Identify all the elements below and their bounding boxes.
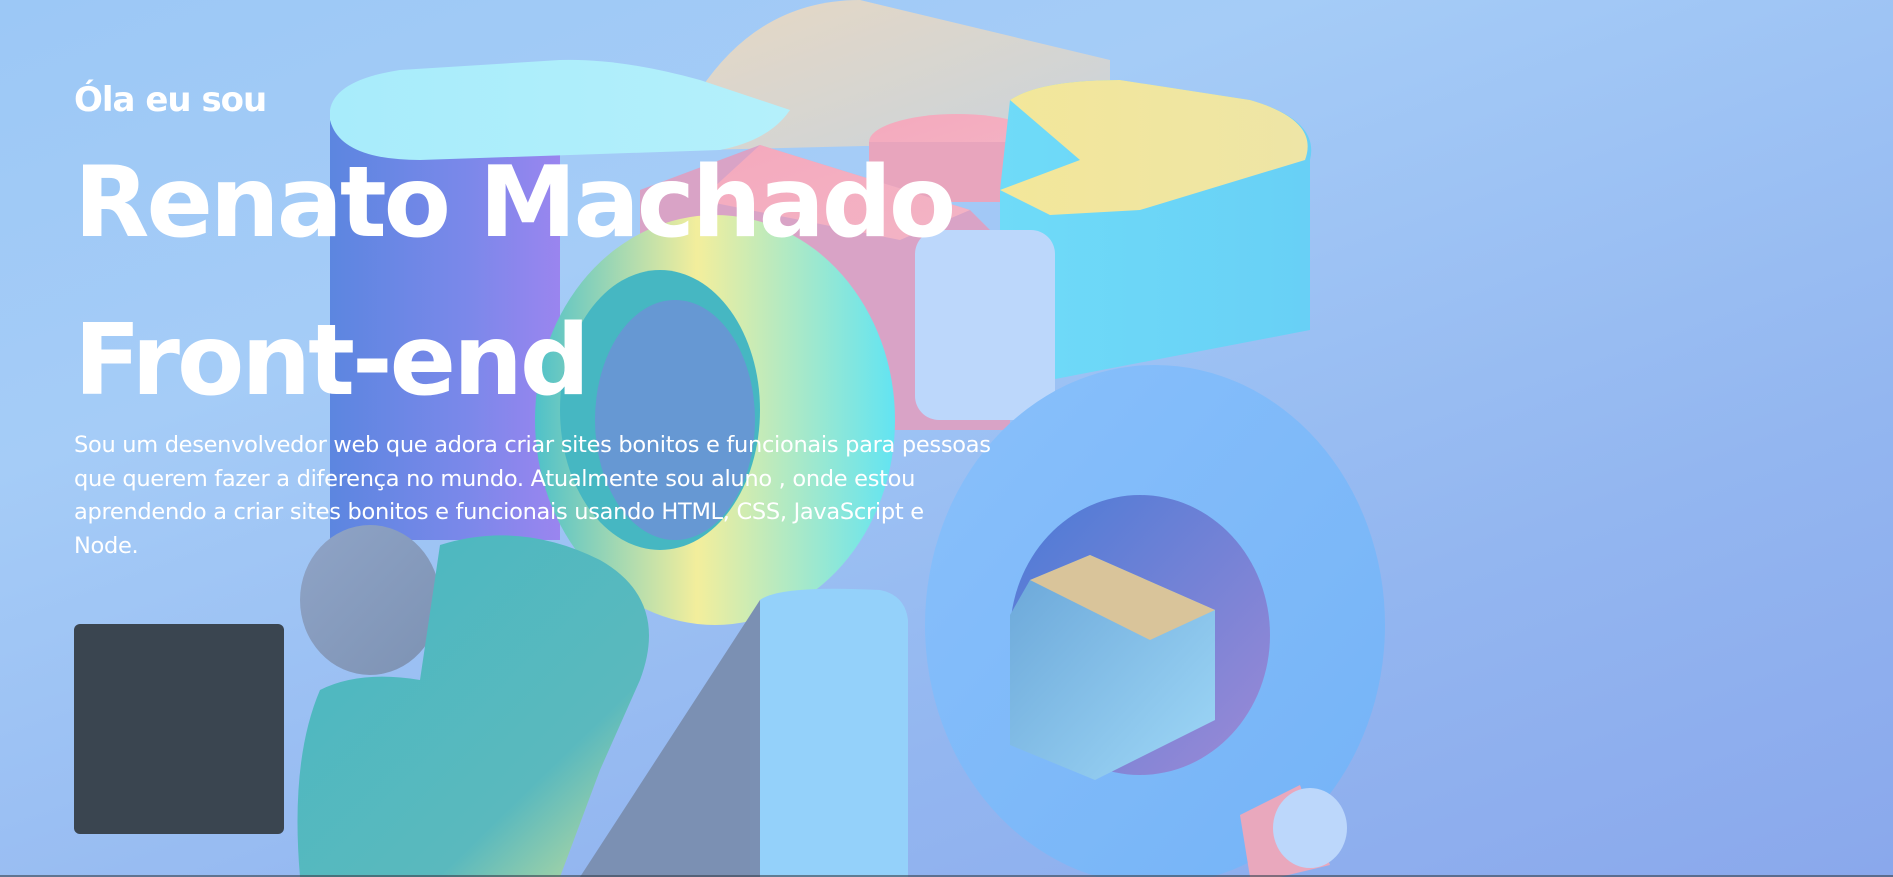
hero-bio-paragraph: Sou um desenvolvedor web que adora criar…: [74, 432, 991, 559]
hero-section: Óla eu sou Renato Machado Front-end Sou …: [0, 0, 1893, 877]
greeting-text: Óla eu sou: [74, 80, 267, 120]
intro-block: Óla eu sou Renato Machado Front-end Sou …: [74, 76, 1074, 563]
hero-name-heading: Renato Machado: [74, 146, 956, 260]
hero-role-heading: Front-end: [74, 304, 590, 418]
cta-button[interactable]: [74, 624, 284, 834]
